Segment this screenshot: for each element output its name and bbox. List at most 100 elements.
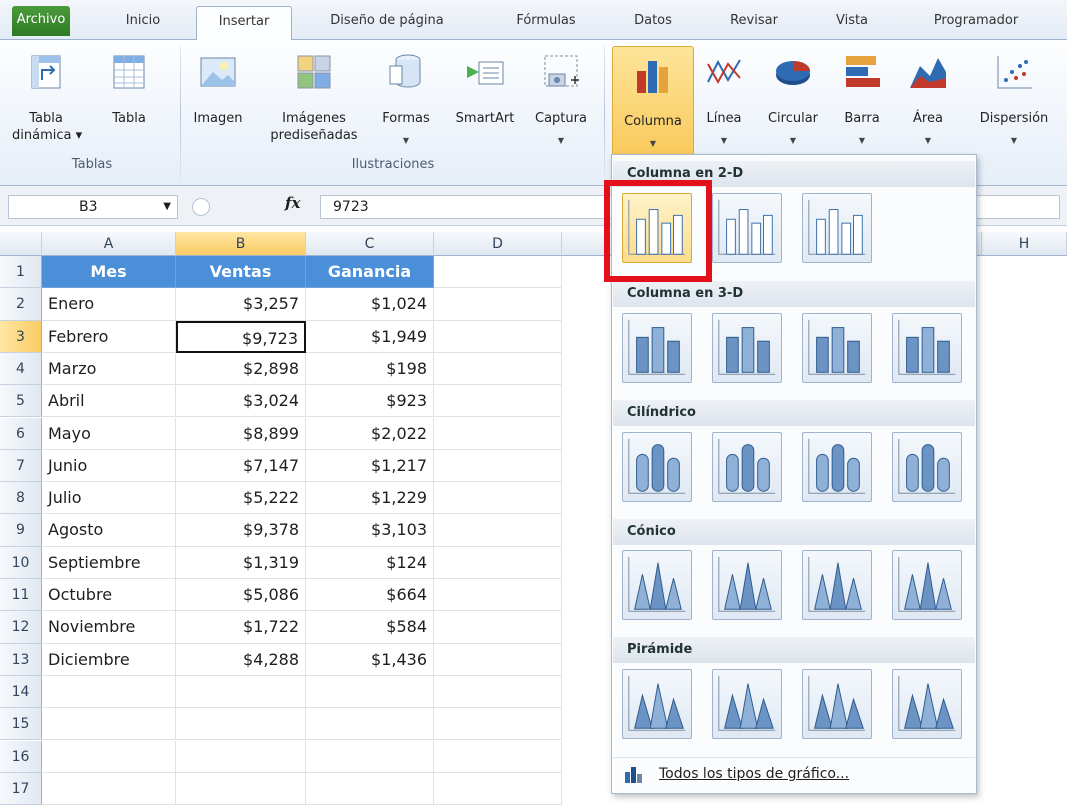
grid-cell[interactable] (306, 740, 434, 773)
pie-chart-button[interactable]: Circular ▼ (758, 44, 828, 156)
tab-revisar[interactable]: Revisar (716, 6, 792, 40)
grid-cell[interactable] (434, 740, 562, 773)
grid-cell[interactable] (306, 708, 434, 741)
cylinder-chart-thumb[interactable] (622, 432, 692, 502)
tab-archivo[interactable]: Archivo (12, 6, 70, 36)
table-cell[interactable]: $3,103 (306, 514, 434, 547)
cylinder-chart-thumb[interactable] (802, 432, 872, 502)
grid-cell[interactable] (434, 708, 562, 741)
grid-cell[interactable] (434, 772, 562, 806)
grid-cell[interactable] (434, 320, 562, 353)
table-cell[interactable]: $3,024 (176, 385, 306, 418)
grid-cell[interactable] (176, 675, 306, 709)
table-cell[interactable]: Enero (42, 288, 176, 321)
chevron-down-icon[interactable]: ▼ (163, 196, 171, 218)
grid-cell[interactable] (42, 772, 176, 806)
column-header-h[interactable]: H (982, 232, 1067, 256)
grid-cell[interactable] (434, 643, 562, 676)
row-header[interactable]: 14 (0, 675, 42, 709)
select-all-corner[interactable] (0, 232, 42, 256)
tab-formulas[interactable]: Fórmulas (500, 6, 592, 40)
column-header-b[interactable]: B (176, 232, 306, 256)
fx-icon[interactable]: fx (285, 194, 315, 212)
row-header[interactable]: 17 (0, 772, 42, 806)
table-cell[interactable]: $124 (306, 546, 434, 579)
table-cell[interactable]: $1,722 (176, 611, 306, 644)
row-header[interactable]: 12 (0, 611, 42, 644)
table-cell[interactable]: $8,899 (176, 417, 306, 450)
table-cell[interactable]: $2,898 (176, 352, 306, 386)
table-cell[interactable]: $1,949 (306, 320, 434, 353)
table-cell[interactable]: Mayo (42, 417, 176, 450)
grid-cell[interactable] (434, 256, 562, 289)
table-header-cell[interactable]: Mes (42, 256, 176, 289)
pyramid-chart-thumb[interactable] (712, 669, 782, 739)
tab-diseno-de-pagina[interactable]: Diseño de página (310, 6, 464, 40)
column-3d-thumb[interactable] (802, 313, 872, 383)
column-3d-thumb[interactable] (622, 313, 692, 383)
column-2d-thumb[interactable] (802, 193, 872, 263)
pivot-table-button[interactable]: Tabla dinámica ▾ (12, 44, 82, 156)
table-cell[interactable]: $9,378 (176, 514, 306, 547)
row-header[interactable]: 11 (0, 579, 42, 612)
grid-cell[interactable] (42, 708, 176, 741)
grid-cell[interactable] (176, 740, 306, 773)
column-header-d[interactable]: D (434, 232, 562, 256)
tab-inicio[interactable]: Inicio (112, 6, 174, 40)
table-cell[interactable]: Febrero (42, 320, 176, 353)
area-chart-button[interactable]: Área ▼ (900, 44, 956, 156)
grid-cell[interactable] (434, 417, 562, 450)
table-cell[interactable]: Agosto (42, 514, 176, 547)
table-cell[interactable]: Marzo (42, 352, 176, 386)
column-header-a[interactable]: A (42, 232, 176, 256)
table-cell[interactable]: $1,024 (306, 288, 434, 321)
cone-chart-thumb[interactable] (802, 550, 872, 620)
grid-cell[interactable] (434, 546, 562, 579)
row-header[interactable]: 15 (0, 708, 42, 741)
table-cell[interactable]: $5,086 (176, 579, 306, 612)
table-cell[interactable]: Septiembre (42, 546, 176, 579)
table-cell[interactable]: $4,288 (176, 643, 306, 676)
row-header[interactable]: 9 (0, 514, 42, 547)
pyramid-chart-thumb[interactable] (622, 669, 692, 739)
cylinder-chart-thumb[interactable] (892, 432, 962, 502)
line-chart-button[interactable]: Línea ▼ (698, 44, 750, 156)
table-header-cell[interactable]: Ventas (176, 256, 306, 289)
row-header[interactable]: 6 (0, 417, 42, 450)
table-cell[interactable]: $2,022 (306, 417, 434, 450)
all-chart-types-link[interactable]: Todos los tipos de gráfico... (613, 757, 975, 789)
cylinder-chart-thumb[interactable] (712, 432, 782, 502)
tab-datos[interactable]: Datos (618, 6, 688, 40)
capture-button[interactable]: Captura ▼ (528, 44, 594, 156)
row-header[interactable]: 4 (0, 352, 42, 386)
grid-cell[interactable] (306, 675, 434, 709)
table-cell[interactable]: $1,436 (306, 643, 434, 676)
row-header[interactable]: 8 (0, 482, 42, 515)
grid-cell[interactable] (42, 675, 176, 709)
smartart-button[interactable]: SmartArt (444, 44, 526, 156)
table-cell[interactable]: $198 (306, 352, 434, 386)
table-cell[interactable]: $1,217 (306, 449, 434, 483)
clipart-button[interactable]: Imágenes prediseñadas (262, 44, 366, 156)
table-cell[interactable]: Julio (42, 482, 176, 515)
cone-chart-thumb[interactable] (892, 550, 962, 620)
table-cell[interactable]: Noviembre (42, 611, 176, 644)
tab-programador[interactable]: Programador (914, 6, 1038, 40)
row-header[interactable]: 1 (0, 256, 42, 289)
table-cell[interactable]: $664 (306, 579, 434, 612)
table-cell[interactable]: Abril (42, 385, 176, 418)
scatter-chart-button[interactable]: Dispersión ▼ (964, 44, 1064, 156)
table-cell[interactable]: Junio (42, 449, 176, 483)
table-cell[interactable]: $1,319 (176, 546, 306, 579)
column-3d-thumb[interactable] (712, 313, 782, 383)
cone-chart-thumb[interactable] (622, 550, 692, 620)
grid-cell[interactable] (176, 708, 306, 741)
row-header[interactable]: 7 (0, 449, 42, 483)
grid-cell[interactable] (434, 449, 562, 483)
row-header[interactable]: 2 (0, 288, 42, 321)
grid-cell[interactable] (176, 772, 306, 806)
grid-cell[interactable] (434, 385, 562, 418)
column-2d-thumb[interactable] (712, 193, 782, 263)
table-cell[interactable]: $1,229 (306, 482, 434, 515)
table-cell[interactable]: $3,257 (176, 288, 306, 321)
